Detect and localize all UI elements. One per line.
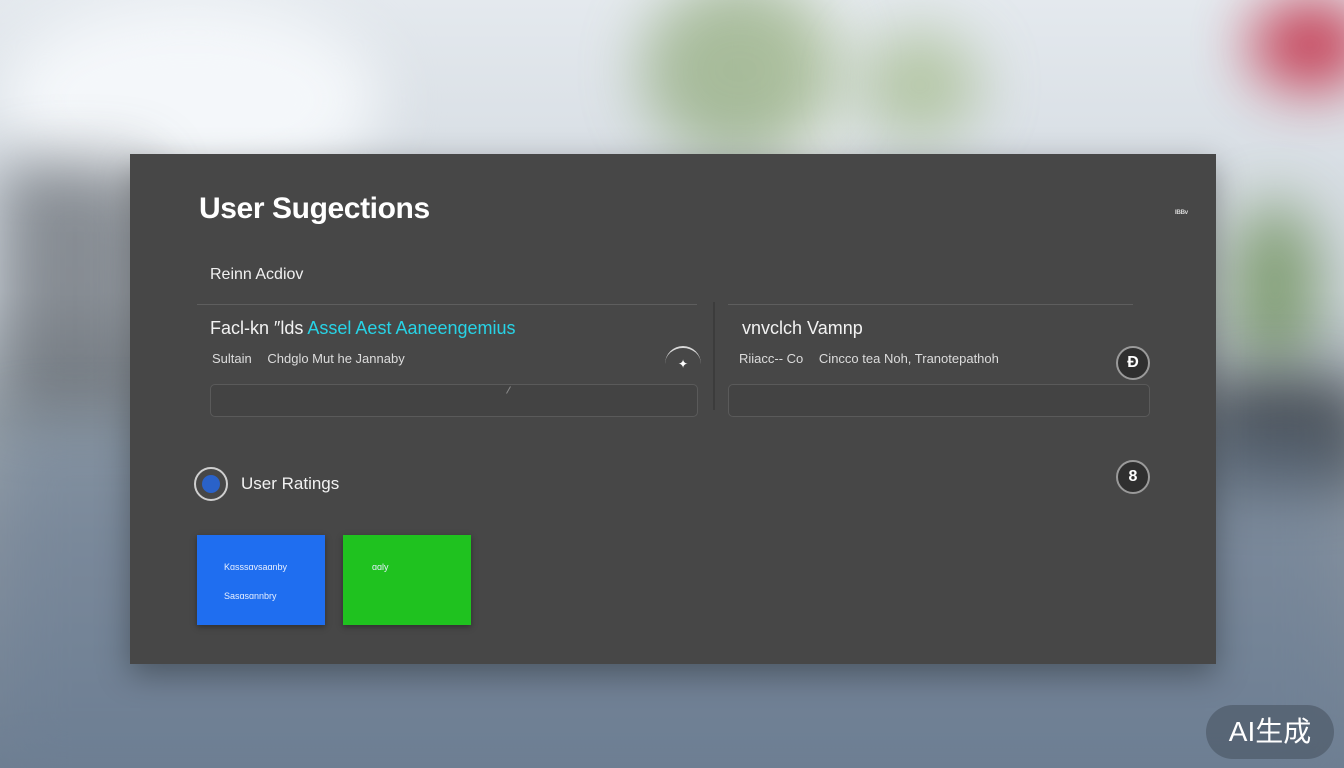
sparkle-icon[interactable]: ✦	[665, 346, 701, 382]
ai-generated-watermark: AI生成	[1206, 705, 1334, 759]
tile-text: ɑɑly	[372, 562, 389, 572]
suggestion-meta: Riiacc-- Co Cincco tea Noh, Tranotepatho…	[739, 351, 999, 366]
suggestion-meta-detail: Cincco tea Noh, Tranotepathoh	[818, 351, 999, 366]
tile-text: Sasɑsɑnnbry	[224, 591, 277, 601]
suggestion-meta-author: Sultain	[212, 351, 252, 366]
user-suggestions-panel: User Sugections ᴵᴮᴮᵛ Reinn Acdiov Facl-k…	[130, 154, 1216, 664]
suggestion-meta: Sultain Chdglo Mut he Jannaby	[212, 351, 405, 366]
rating-tile-green[interactable]: ɑɑly	[343, 535, 471, 625]
divider	[728, 304, 1133, 305]
suggestion-meta-author: Riiacc-- Co	[739, 351, 804, 366]
suggestion-title-accent: Assel Aest Aaneengemius	[307, 318, 516, 338]
red-flowers	[1250, 0, 1344, 90]
ratings-action-button[interactable]: 8	[1116, 460, 1150, 494]
suggestion-meta-detail: Chdglo Mut he Jannaby	[267, 351, 405, 366]
column-divider	[713, 302, 715, 410]
laptop-silhouette	[0, 160, 150, 420]
panel-corner-label: ᴵᴮᴮᵛ	[1175, 208, 1189, 218]
rating-tile-blue[interactable]: Kɑsssɑvsaɑnby Sasɑsɑnnbry	[197, 535, 325, 625]
plant-stem	[1230, 200, 1320, 370]
suggestion-title-text: Facl-kn ″lds	[210, 318, 308, 338]
suggestion-title-text: vnvclch Vamnp	[742, 318, 863, 338]
suggestion-input-field[interactable]	[728, 384, 1150, 417]
ratings-icon	[194, 467, 228, 501]
suggestion-input-field[interactable]	[210, 384, 698, 417]
divider	[197, 304, 697, 305]
panel-title: User Sugections	[199, 192, 430, 225]
suggestion-title[interactable]: Facl-kn ″lds Assel Aest Aaneengemius	[210, 318, 516, 339]
suggestion-title[interactable]: vnvclch Vamnp	[742, 318, 863, 339]
section-label: Reinn Acdiov	[210, 266, 304, 283]
plant-foliage	[860, 30, 980, 140]
d-icon[interactable]: Ɖ	[1116, 346, 1150, 380]
tile-text: Kɑsssɑvsaɑnby	[224, 562, 288, 572]
ratings-label: User Ratings	[241, 474, 340, 493]
